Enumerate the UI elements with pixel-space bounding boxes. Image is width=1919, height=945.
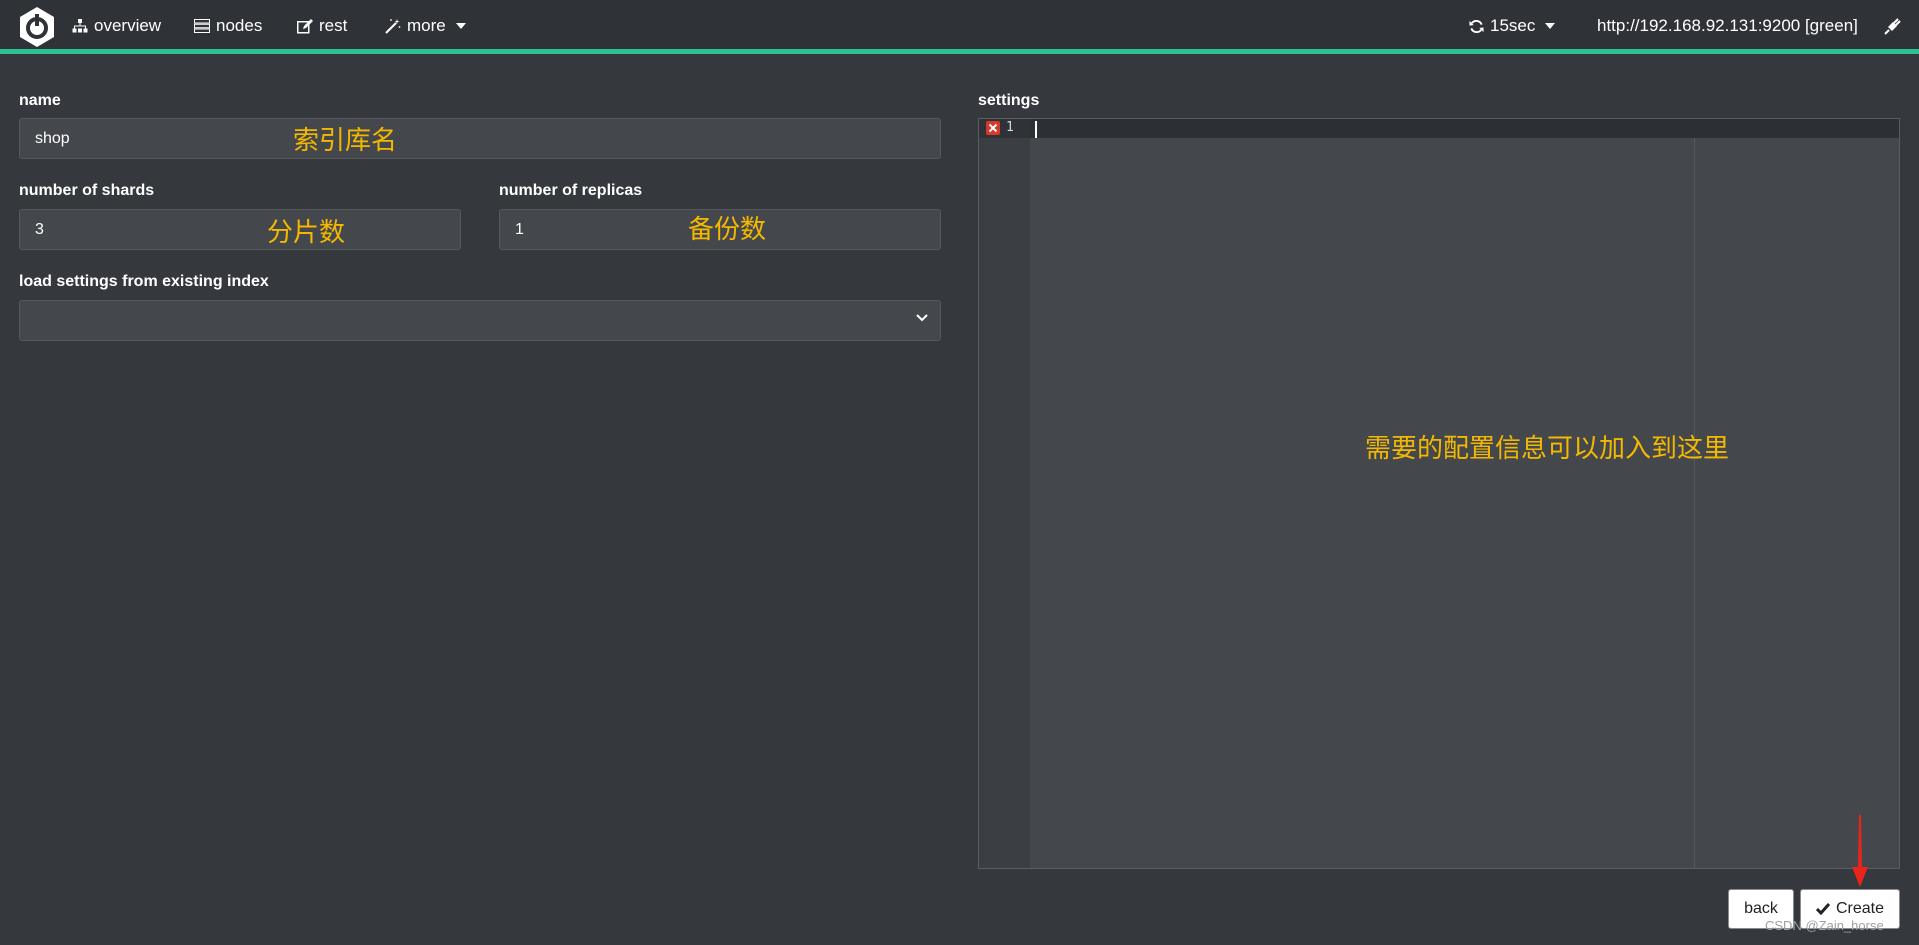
refresh-interval-dropdown[interactable]: 15sec <box>1469 14 1556 38</box>
editor-gutter <box>979 119 1030 868</box>
load-settings-label: load settings from existing index <box>19 273 269 290</box>
cluster-url-label: http://192.168.92.131:9200 [green] <box>1597 16 1858 35</box>
line-number: 1 <box>1006 120 1014 135</box>
disconnect-button[interactable] <box>1884 14 1901 38</box>
name-label: name <box>19 92 61 109</box>
settings-annotation: 需要的配置信息可以加入到这里 <box>1365 434 1730 464</box>
shards-input[interactable] <box>35 220 460 239</box>
print-margin <box>1694 138 1695 868</box>
server-icon <box>194 19 210 33</box>
nav-more-label: more <box>407 16 446 35</box>
replicas-annotation: 备份数 <box>688 215 767 245</box>
nav-rest[interactable]: rest <box>297 14 347 38</box>
error-icon[interactable] <box>986 121 1000 135</box>
name-annotation: 索引库名 <box>293 126 398 156</box>
refresh-icon <box>1469 19 1484 33</box>
caret-down-icon <box>455 23 466 29</box>
nav-more[interactable]: more <box>385 14 466 38</box>
settings-label: settings <box>978 92 1040 109</box>
chevron-down-icon <box>916 314 928 322</box>
nav-nodes[interactable]: nodes <box>194 14 262 38</box>
sitemap-icon <box>72 19 88 33</box>
refresh-interval-label: 15sec <box>1490 16 1536 35</box>
top-navbar: overview nodes rest more 15sec http://19… <box>0 0 1919 54</box>
cerebro-logo-icon[interactable] <box>18 6 56 48</box>
nav-nodes-label: nodes <box>216 16 263 35</box>
back-button-label: back <box>1744 900 1778 917</box>
nav-rest-label: rest <box>319 16 348 35</box>
shards-annotation: 分片数 <box>267 218 346 248</box>
magic-wand-icon <box>385 19 401 34</box>
shards-label: number of shards <box>19 182 155 199</box>
annotation-arrow-icon <box>1852 815 1868 887</box>
replicas-label: number of replicas <box>499 182 643 199</box>
text-cursor <box>1035 121 1037 138</box>
plug-icon <box>1884 17 1901 35</box>
caret-down-icon <box>1545 23 1556 29</box>
edit-icon <box>297 18 313 33</box>
watermark: CSDN @Zain_horse <box>1765 918 1884 933</box>
cluster-url[interactable]: http://192.168.92.131:9200 [green] <box>1597 14 1858 38</box>
create-button-label: Create <box>1835 900 1885 917</box>
name-input[interactable] <box>35 129 940 148</box>
active-line <box>979 119 1899 138</box>
check-icon <box>1815 903 1830 915</box>
shards-field[interactable] <box>19 209 461 250</box>
settings-editor[interactable]: 1 <box>978 118 1900 869</box>
nav-overview-label: overview <box>94 16 162 35</box>
name-field[interactable] <box>19 118 941 159</box>
load-settings-select[interactable] <box>19 300 941 341</box>
nav-overview[interactable]: overview <box>72 14 161 38</box>
